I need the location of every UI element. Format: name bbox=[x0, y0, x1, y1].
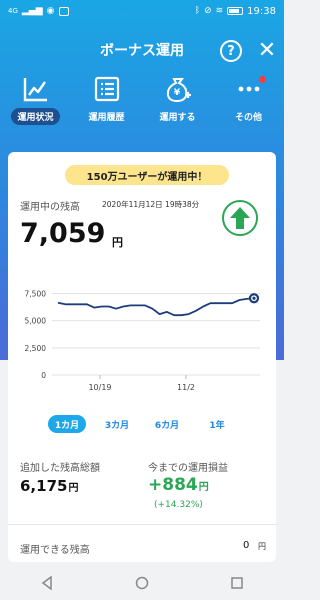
trend-up-icon bbox=[222, 200, 258, 236]
divider bbox=[8, 524, 276, 525]
mute-icon: ⊘ bbox=[204, 6, 212, 16]
promo-banner: 150万ユーザーが運用中！ bbox=[65, 165, 229, 185]
available-balance-value: 0 bbox=[243, 540, 250, 551]
y-tick-label: 7,500 bbox=[25, 289, 47, 298]
period-1y[interactable]: 1年 bbox=[198, 415, 236, 433]
tab-status-label: 運用状況 bbox=[11, 108, 60, 125]
bluetooth-icon: ᛒ bbox=[194, 6, 201, 16]
wifi-icon: ≋ bbox=[215, 6, 224, 16]
tab-history[interactable]: 運用履歴 bbox=[74, 74, 140, 125]
main-nav: 運用状況 運用履歴 ¥ 運用する その他 bbox=[0, 74, 284, 130]
clock: 19:38 bbox=[247, 5, 276, 17]
tab-status[interactable]: 運用状況 bbox=[3, 74, 69, 125]
close-icon: ✕ bbox=[257, 37, 277, 63]
period-6m[interactable]: 6カ月 bbox=[148, 415, 186, 433]
balance-timestamp: 2020年11月12日 19時38分 bbox=[102, 200, 200, 209]
pnl-amount: +884 bbox=[148, 475, 198, 495]
pnl-value: +884円 bbox=[148, 475, 209, 495]
system-nav-bar bbox=[0, 566, 284, 600]
balance-card: 150万ユーザーが運用中！ 運用中の残高 2020年11月12日 19時38分 … bbox=[8, 152, 276, 562]
home-icon bbox=[135, 576, 149, 590]
period-selector: 1カ月 3カ月 6カ月 1年 bbox=[48, 415, 236, 433]
tab-invest[interactable]: ¥ 運用する bbox=[145, 74, 211, 125]
recents-icon bbox=[230, 577, 243, 589]
pnl-unit: 円 bbox=[198, 482, 209, 493]
available-balance-unit: 円 bbox=[258, 542, 266, 551]
period-3m[interactable]: 3カ月 bbox=[98, 415, 136, 433]
back-icon bbox=[42, 576, 53, 590]
home-button[interactable] bbox=[122, 568, 162, 598]
svg-text:¥: ¥ bbox=[173, 88, 180, 98]
signal-bars-icon: ▂▄▆ bbox=[21, 6, 43, 16]
battery-icon bbox=[227, 7, 244, 15]
added-total-amount: 6,175 bbox=[20, 477, 68, 495]
tab-history-label: 運用履歴 bbox=[88, 113, 125, 123]
balance-chart: 7,500 5,000 2,500 0 10/19 11/2 bbox=[25, 289, 260, 392]
notification-dot bbox=[258, 76, 266, 83]
added-total-unit: 円 bbox=[68, 483, 79, 494]
tab-other-label: その他 bbox=[234, 113, 262, 123]
pnl-label: 今までの運用損益 bbox=[148, 463, 228, 474]
notification-icon: ◉ bbox=[46, 6, 55, 16]
page-title: ボーナス運用 bbox=[100, 43, 184, 59]
money-bag-plus-icon: ¥ bbox=[163, 74, 193, 104]
added-total-value: 6,175円 bbox=[20, 477, 78, 495]
signal-indicator: 4G bbox=[8, 7, 18, 15]
balance-label: 運用中の残高 bbox=[20, 202, 80, 213]
x-tick-label: 10/19 bbox=[88, 383, 111, 392]
list-icon bbox=[92, 74, 122, 104]
back-button[interactable] bbox=[27, 568, 67, 598]
help-icon: ? bbox=[227, 43, 235, 59]
latest-point-center bbox=[252, 296, 256, 300]
chart-line-icon bbox=[21, 74, 51, 104]
balance-series-line bbox=[57, 297, 255, 317]
period-1m[interactable]: 1カ月 bbox=[48, 415, 86, 433]
added-total-label: 追加した残高総額 bbox=[20, 463, 100, 474]
pnl-percent: (+14.32%) bbox=[154, 500, 203, 510]
recents-button[interactable] bbox=[217, 568, 257, 598]
help-button[interactable]: ? bbox=[220, 40, 242, 62]
tab-other[interactable]: その他 bbox=[216, 74, 282, 125]
y-tick-label: 2,500 bbox=[25, 344, 47, 353]
x-tick-label: 11/2 bbox=[177, 383, 195, 392]
close-button[interactable]: ✕ bbox=[256, 37, 278, 63]
y-tick-label: 0 bbox=[41, 371, 46, 380]
more-icon bbox=[234, 74, 266, 104]
app-notification-icon bbox=[58, 6, 69, 16]
available-balance-label: 運用できる残高 bbox=[20, 545, 90, 556]
status-bar: 4G ▂▄▆ ◉ ᛒ ⊘ ≋ 19:38 bbox=[0, 0, 284, 22]
y-tick-label: 5,000 bbox=[25, 317, 47, 326]
tab-invest-label: 運用する bbox=[159, 113, 196, 123]
balance-value: 7,059 bbox=[20, 218, 106, 249]
balance-unit: 円 bbox=[112, 236, 123, 249]
title-bar: ボーナス運用 ? ✕ bbox=[0, 32, 284, 68]
